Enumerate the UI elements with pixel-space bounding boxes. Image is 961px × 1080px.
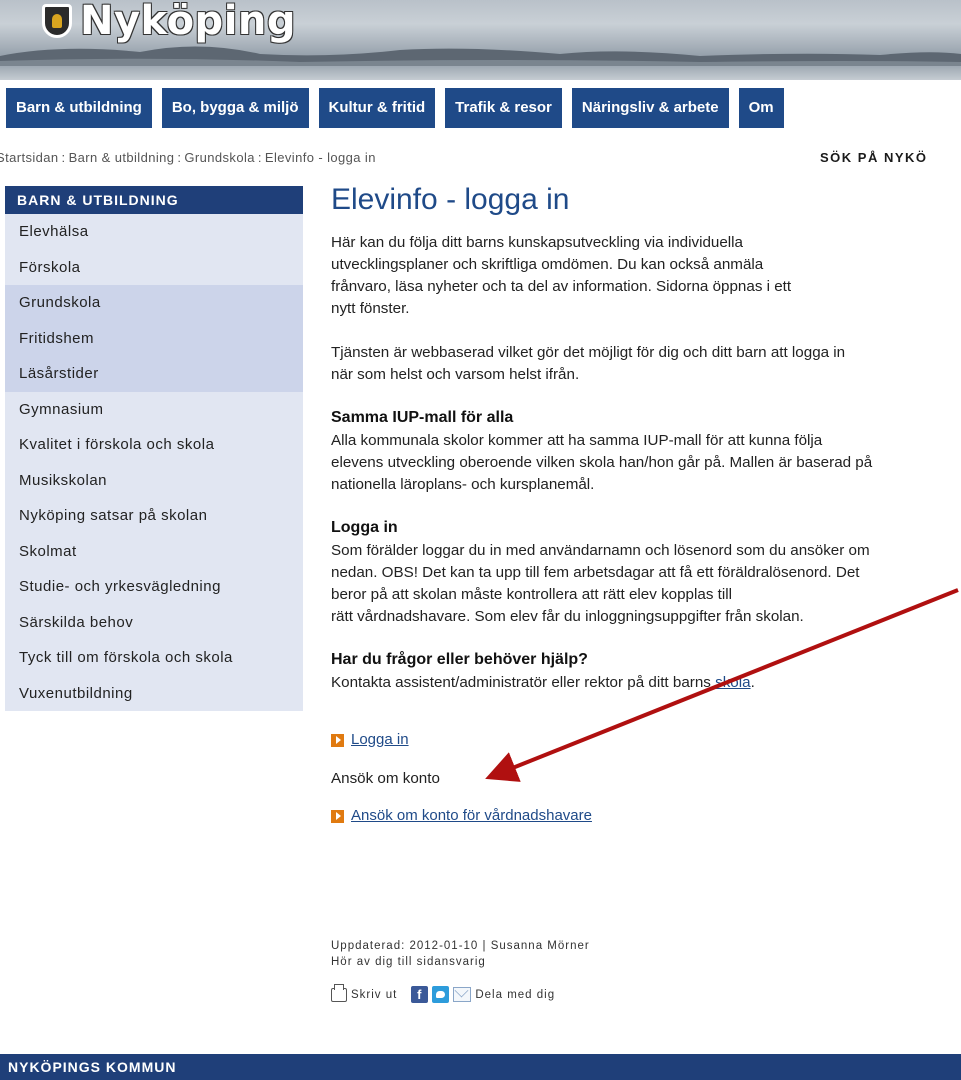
intro-line: utvecklingsplaner och skriftliga omdömen… — [331, 256, 764, 273]
iup-line: elevens utveckling oberoende vilken skol… — [331, 454, 873, 471]
intro-line: nytt fönster. — [331, 300, 410, 317]
sidebar-item-gymnasium[interactable]: Gymnasium — [5, 392, 303, 428]
updated-info: Uppdaterad: 2012-01-10 | Susanna Mörner — [331, 940, 590, 952]
municipal-crest-icon — [42, 4, 72, 38]
sidebar-item-forskola[interactable]: Förskola — [5, 250, 303, 286]
footer-title: NYKÖPINGS KOMMUN — [8, 1059, 177, 1075]
iup-heading: Samma IUP-mall för alla — [331, 409, 514, 426]
login-heading: Logga in — [331, 519, 398, 536]
iup-line: Alla kommunala skolor kommer att ha samm… — [331, 432, 823, 449]
help-text: Kontakta assistent/administratör eller r… — [331, 672, 961, 694]
nav-tab-kultur-fritid[interactable]: Kultur & fritid — [318, 88, 436, 128]
sidebar-item-studie-yrkesvagledning[interactable]: Studie- och yrkesvägledning — [5, 569, 303, 605]
iup-text: Alla kommunala skolor kommer att ha samm… — [331, 430, 961, 496]
service-line: Tjänsten är webbaserad vilket gör det mö… — [331, 344, 846, 361]
nav-tab-om[interactable]: Om — [738, 88, 784, 128]
login-action: Logga in — [331, 730, 961, 750]
sidebar-item-vuxenutbildning[interactable]: Vuxenutbildning — [5, 676, 303, 712]
service-text: Tjänsten är webbaserad vilket gör det mö… — [331, 342, 961, 386]
search-label[interactable]: SÖK PÅ NYKÖ — [820, 150, 928, 165]
breadcrumb-separator: : — [177, 150, 182, 165]
share-label[interactable]: Dela med dig — [475, 989, 555, 1001]
main-navigation: Barn & utbildning Bo, bygga & miljö Kult… — [0, 88, 961, 128]
sidebar-item-nykoping-satsar[interactable]: Nyköping satsar på skolan — [5, 498, 303, 534]
facebook-icon[interactable]: f — [411, 986, 429, 1003]
login-link[interactable]: Logga in — [351, 730, 409, 750]
intro-line: Här kan du följa ditt barns kunskapsutve… — [331, 234, 743, 251]
mail-icon[interactable] — [453, 987, 472, 1002]
login-text: Som förälder loggar du in med användarna… — [331, 540, 961, 628]
sidebar-item-elevhalsa[interactable]: Elevhälsa — [5, 214, 303, 250]
sidebar-item-sarskilda-behov[interactable]: Särskilda behov — [5, 605, 303, 641]
footer-bar: NYKÖPINGS KOMMUN — [0, 1054, 961, 1080]
site-name: Nyköping — [80, 0, 297, 44]
apply-action: Ansök om konto för vårdnadshavare — [331, 806, 961, 826]
sidebar-title[interactable]: BARN & UTBILDNING — [5, 186, 303, 214]
help-text-end: . — [750, 674, 755, 691]
login-line: beror på att skolan måste kontrollera at… — [331, 586, 732, 603]
arrow-right-icon — [331, 733, 344, 747]
nav-tab-trafik-resor[interactable]: Trafik & resor — [445, 88, 562, 128]
iup-line: nationella läroplans- och kursplanemål. — [331, 476, 595, 493]
sidebar-item-tyck-till[interactable]: Tyck till om förskola och skola — [5, 640, 303, 676]
login-line: rätt vårdnadshavare. Som elev får du inl… — [331, 608, 804, 625]
sidebar: BARN & UTBILDNING Elevhälsa Förskola Gru… — [5, 186, 303, 711]
breadcrumb-separator: : — [61, 150, 66, 165]
print-icon[interactable] — [331, 983, 347, 1002]
nav-tab-bo-bygga-miljo[interactable]: Bo, bygga & miljö — [161, 88, 309, 128]
service-line: när som helst och varsom helst ifrån. — [331, 366, 580, 383]
help-text-body: Kontakta assistent/administratör eller r… — [331, 674, 716, 691]
intro-line: frånvaro, läsa nyheter och ta del av inf… — [331, 278, 792, 295]
sidebar-item-fritidshem[interactable]: Fritidshem — [5, 320, 303, 356]
share-toolbar: Skriv ut f Dela med dig — [331, 983, 961, 1003]
help-heading: Har du frågor eller behöver hjälp? — [331, 651, 588, 668]
sidebar-menu: Elevhälsa Förskola Grundskola Fritidshem… — [5, 214, 303, 711]
login-line: Som förälder loggar du in med användarna… — [331, 542, 870, 559]
site-logo[interactable]: Nyköping — [42, 0, 296, 46]
apply-account-link[interactable]: Ansök om konto för vårdnadshavare — [351, 806, 592, 826]
main-content: Elevinfo - logga in Här kan du följa dit… — [331, 180, 961, 1003]
contact-page-owner-link[interactable]: Hör av dig till sidansvarig — [331, 954, 961, 970]
apply-heading: Ansök om konto — [331, 770, 440, 787]
breadcrumb-item-startsidan[interactable]: Startsidan — [0, 150, 59, 165]
nav-tab-naringsliv-arbete[interactable]: Näringsliv & arbete — [571, 88, 729, 128]
sidebar-item-skolmat[interactable]: Skolmat — [5, 534, 303, 570]
breadcrumb-separator: : — [257, 150, 262, 165]
breadcrumb-item-grundskola[interactable]: Grundskola — [184, 150, 254, 165]
sidebar-item-grundskola[interactable]: Grundskola — [5, 285, 303, 321]
sidebar-item-musikskolan[interactable]: Musikskolan — [5, 463, 303, 499]
breadcrumb-current: Elevinfo - logga in — [264, 150, 376, 165]
sidebar-item-lasarstider[interactable]: Läsårstider — [5, 356, 303, 392]
header-banner: Nyköping — [0, 0, 961, 80]
intro-text: Här kan du följa ditt barns kunskapsutve… — [331, 232, 961, 320]
sidebar-item-kvalitet[interactable]: Kvalitet i förskola och skola — [5, 427, 303, 463]
nav-tab-barn-utbildning[interactable]: Barn & utbildning — [6, 88, 152, 128]
page-meta: Uppdaterad: 2012-01-10 | Susanna Mörner … — [331, 938, 961, 970]
school-link[interactable]: skola — [715, 674, 750, 691]
login-line: nedan. OBS! Det kan ta upp till fem arbe… — [331, 564, 860, 581]
breadcrumb-item-barn-utbildning[interactable]: Barn & utbildning — [69, 150, 175, 165]
page-title: Elevinfo - logga in — [331, 183, 570, 216]
print-label[interactable]: Skriv ut — [351, 989, 397, 1001]
twitter-icon[interactable] — [432, 986, 450, 1003]
breadcrumb: Startsidan: Barn & utbildning: Grundskola:… — [0, 150, 376, 165]
arrow-right-icon — [331, 809, 344, 823]
